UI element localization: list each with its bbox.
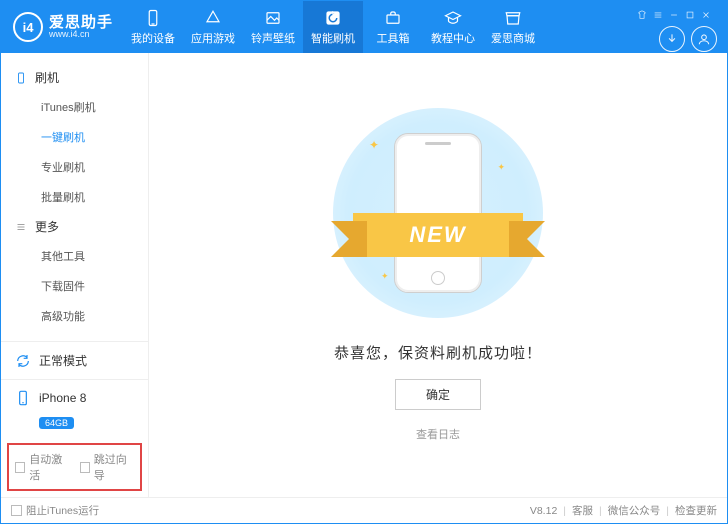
sidebar-item-download[interactable]: 下载固件	[1, 271, 148, 301]
image-icon	[264, 9, 282, 27]
list-icon	[15, 221, 27, 233]
view-log-link[interactable]: 查看日志	[416, 426, 460, 442]
checkbox-icon	[11, 505, 22, 516]
top-nav: 我的设备 应用游戏 铃声壁纸 智能刷机 工具箱 教程中心	[123, 1, 543, 53]
nav-label: 铃声壁纸	[251, 30, 295, 46]
phone-icon	[144, 9, 162, 27]
nav-store[interactable]: 爱思商城	[483, 1, 543, 53]
nav-apps[interactable]: 应用游戏	[183, 1, 243, 53]
sidebar-item-itunes[interactable]: iTunes刷机	[1, 92, 148, 122]
star-icon: ✦	[381, 271, 389, 282]
titlebar-right	[635, 2, 727, 52]
refresh-icon	[324, 9, 342, 27]
menu-icon[interactable]	[651, 8, 665, 22]
main-panel: ✦ ✦ ✦ NEW 恭喜您，保资料刷机成功啦！ 确定 查看日志	[149, 53, 727, 497]
mode-row[interactable]: 正常模式	[1, 342, 148, 380]
group-label: 更多	[35, 218, 59, 235]
success-illustration: ✦ ✦ ✦ NEW	[333, 108, 543, 318]
device-badge: 64GB	[39, 417, 74, 429]
version-label: V8.12	[530, 505, 557, 517]
sidebar-item-pro[interactable]: 专业刷机	[1, 152, 148, 182]
nav-label: 教程中心	[431, 30, 475, 46]
nav-ringtone[interactable]: 铃声壁纸	[243, 1, 303, 53]
checkbox-auto-activate[interactable]: 自动激活	[15, 451, 70, 483]
titlebar: i4 爱思助手 www.i4.cn 我的设备 应用游戏 铃声壁纸 智能刷机	[1, 1, 727, 53]
app-name: 爱思助手	[49, 15, 113, 30]
separator: |	[563, 505, 566, 517]
sidebar-tree: 刷机 iTunes刷机 一键刷机 专业刷机 批量刷机 更多 其他工具 下载固件 …	[1, 53, 148, 341]
separator: |	[666, 505, 669, 517]
checkbox-label: 自动激活	[29, 451, 69, 483]
phone-small-icon	[15, 72, 27, 84]
update-link[interactable]: 检查更新	[675, 503, 717, 518]
nav-toolbox[interactable]: 工具箱	[363, 1, 423, 53]
device-icon	[15, 390, 31, 406]
apps-icon	[204, 9, 222, 27]
nav-label: 我的设备	[131, 30, 175, 46]
graduation-icon	[444, 9, 462, 27]
app-logo[interactable]: i4 爱思助手 www.i4.cn	[1, 12, 123, 42]
sidebar-item-batch[interactable]: 批量刷机	[1, 182, 148, 212]
nav-label: 爱思商城	[491, 30, 535, 46]
sync-icon	[15, 353, 31, 369]
checkbox-label: 阻止iTunes运行	[26, 503, 99, 518]
sidebar-item-advanced[interactable]: 高级功能	[1, 301, 148, 331]
sidebar-group-more[interactable]: 更多	[1, 212, 148, 241]
sidebar-item-oneclick[interactable]: 一键刷机	[1, 122, 148, 152]
nav-label: 智能刷机	[311, 30, 355, 46]
checkbox-block-itunes[interactable]: 阻止iTunes运行	[11, 503, 99, 518]
nav-device[interactable]: 我的设备	[123, 1, 183, 53]
app-url: www.i4.cn	[49, 30, 113, 39]
nav-flash[interactable]: 智能刷机	[303, 1, 363, 53]
store-icon	[504, 9, 522, 27]
support-link[interactable]: 客服	[572, 503, 593, 518]
device-row[interactable]: iPhone 8 64GB	[1, 380, 148, 439]
logo-icon: i4	[13, 12, 43, 42]
user-button[interactable]	[691, 26, 717, 52]
sidebar-bottom: 正常模式 iPhone 8 64GB 自动激活 跳过向导	[1, 341, 148, 497]
app-window: i4 爱思助手 www.i4.cn 我的设备 应用游戏 铃声壁纸 智能刷机	[0, 0, 728, 524]
success-message: 恭喜您，保资料刷机成功啦！	[334, 342, 542, 363]
new-ribbon: NEW	[353, 213, 523, 257]
maximize-icon[interactable]	[683, 8, 697, 22]
wechat-link[interactable]: 微信公众号	[608, 503, 661, 518]
statusbar: 阻止iTunes运行 V8.12 | 客服 | 微信公众号 | 检查更新	[1, 497, 727, 523]
checkbox-icon	[80, 462, 90, 473]
separator: |	[599, 505, 602, 517]
statusbar-right: V8.12 | 客服 | 微信公众号 | 检查更新	[530, 503, 717, 518]
checkbox-label: 跳过向导	[94, 451, 134, 483]
device-name: iPhone 8	[39, 391, 86, 405]
group-label: 刷机	[35, 69, 59, 86]
ok-button[interactable]: 确定	[395, 379, 481, 410]
body: 刷机 iTunes刷机 一键刷机 专业刷机 批量刷机 更多 其他工具 下载固件 …	[1, 53, 727, 497]
nav-label: 工具箱	[377, 30, 410, 46]
nav-tutorial[interactable]: 教程中心	[423, 1, 483, 53]
skin-icon[interactable]	[635, 8, 649, 22]
star-icon: ✦	[497, 162, 505, 173]
checkbox-icon	[15, 462, 25, 473]
nav-label: 应用游戏	[191, 30, 235, 46]
download-button[interactable]	[659, 26, 685, 52]
close-icon[interactable]	[699, 8, 713, 22]
bottom-checkbox-row: 自动激活 跳过向导	[7, 443, 142, 491]
sidebar-item-other[interactable]: 其他工具	[1, 241, 148, 271]
window-controls	[635, 8, 713, 22]
sidebar-group-flash[interactable]: 刷机	[1, 63, 148, 92]
minimize-icon[interactable]	[667, 8, 681, 22]
briefcase-icon	[384, 9, 402, 27]
mode-label: 正常模式	[39, 352, 87, 369]
checkbox-skip-guide[interactable]: 跳过向导	[80, 451, 135, 483]
logo-text: 爱思助手 www.i4.cn	[49, 15, 113, 39]
star-icon: ✦	[369, 138, 379, 152]
sidebar: 刷机 iTunes刷机 一键刷机 专业刷机 批量刷机 更多 其他工具 下载固件 …	[1, 53, 149, 497]
